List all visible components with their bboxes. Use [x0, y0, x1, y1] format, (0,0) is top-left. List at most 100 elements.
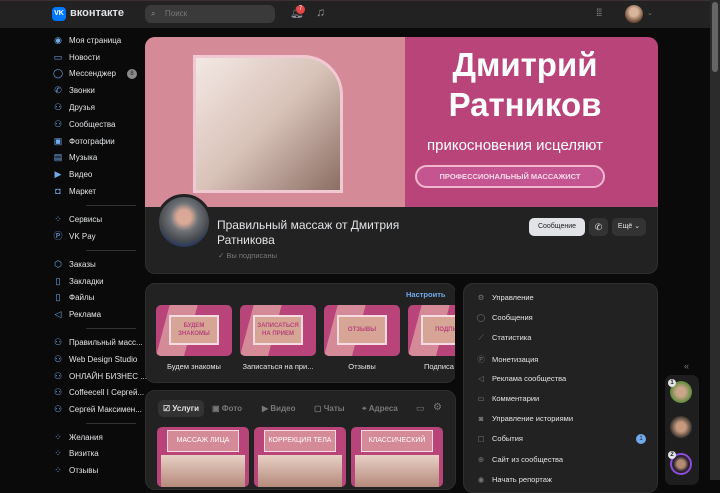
- menu-item[interactable]: Ⓟ Монетизация: [475, 354, 538, 365]
- sidebar-item-label: Мессенджер: [69, 69, 116, 78]
- calendar-icon: ▢: [477, 434, 485, 444]
- message-button[interactable]: Сообщение: [529, 218, 585, 236]
- menu-item[interactable]: ⚙ Управление: [475, 293, 534, 302]
- collapse-icon[interactable]: «: [684, 361, 689, 371]
- divider: [86, 250, 136, 251]
- widget-tile[interactable]: БУДЕМ ЗНАКОМЫ: [156, 305, 232, 356]
- menu-item[interactable]: ▭ Комментарии: [475, 394, 539, 403]
- widget-tile[interactable]: ОТЗЫВЫ: [324, 305, 400, 356]
- story-count: 1: [668, 379, 676, 387]
- services-icon: ⁘: [54, 214, 62, 224]
- subscribed-status[interactable]: ✓ Вы подписаны: [218, 251, 277, 260]
- page-title: Правильный массаж от Дмитрия Ратникова: [217, 218, 400, 247]
- menu-item[interactable]: ◁ Реклама сообщества: [475, 374, 566, 383]
- menu-item[interactable]: ⊕ Сайт из сообщества: [475, 455, 563, 464]
- service-label: МАССАЖ ЛИЦА: [167, 430, 239, 452]
- service-tile[interactable]: КОРРЕКЦИЯ ТЕЛА: [254, 427, 346, 487]
- sidebar-item[interactable]: ⚇ Сергей Максимен...: [52, 402, 142, 416]
- chart-icon: ⟋: [478, 333, 484, 343]
- service-photo: [355, 455, 439, 487]
- tab-photo-icon[interactable]: ▣ Фото: [212, 400, 242, 417]
- sidebar-item[interactable]: ◉ Моя страница: [52, 33, 121, 47]
- vk-logo[interactable]: VK: [52, 7, 66, 21]
- sidebar-item[interactable]: ✆ Звонки: [52, 83, 95, 97]
- setup-link[interactable]: Настроить: [406, 290, 446, 299]
- sidebar-item[interactable]: ▤ Музыка: [52, 150, 98, 164]
- sidebar-item[interactable]: ▶ Видео: [52, 167, 93, 181]
- sidebar-item[interactable]: ⁘ Сервисы: [52, 212, 102, 226]
- story-avatar[interactable]: [670, 416, 692, 438]
- coin-icon: Ⓟ: [477, 354, 485, 364]
- video-icon: ▶: [262, 404, 269, 413]
- call-button[interactable]: ✆: [589, 218, 608, 236]
- sidebar-item[interactable]: ◘ Маркет: [52, 184, 96, 198]
- cover-image: Дмитрий Ратников прикосновения исцеляют П…: [145, 37, 658, 210]
- globe-icon: ⊕: [477, 454, 485, 464]
- scrollbar[interactable]: [710, 0, 720, 480]
- music-icon[interactable]: ♫: [316, 5, 325, 19]
- sidebar-item[interactable]: ▯ Файлы: [52, 290, 95, 304]
- message-icon: ◯: [476, 313, 486, 323]
- check-square-icon: ☑: [163, 404, 171, 413]
- user-avatar[interactable]: [625, 5, 643, 23]
- sidebar-item[interactable]: ⁘ Желания: [52, 430, 103, 444]
- sidebar-item[interactable]: ◁ Реклама: [52, 307, 102, 321]
- sidebar-item-label: Правильный масс...: [69, 338, 143, 347]
- cover-massage-photo: [193, 55, 343, 193]
- settings-icon[interactable]: ⚙: [433, 402, 442, 413]
- sidebar-item[interactable]: ⚇ Друзья: [52, 100, 95, 114]
- menu-item[interactable]: ◙ Управление историями: [475, 414, 573, 423]
- sidebar-item[interactable]: ⁘ Визитка: [52, 446, 99, 460]
- widget-caption[interactable]: Записаться на при...: [238, 362, 318, 371]
- search-input[interactable]: ⌕ Поиск: [145, 5, 275, 23]
- sidebar-item[interactable]: ▭ Новости: [52, 50, 100, 64]
- chevron-down-icon[interactable]: ⌄: [647, 9, 653, 17]
- service-tile[interactable]: КЛАССИЧЕСКИЙ: [351, 427, 443, 487]
- sidebar-item[interactable]: ⁘ Отзывы: [52, 463, 98, 477]
- sidebar-item-label: Заказы: [69, 260, 96, 269]
- menu-item-label: Управление: [492, 293, 534, 302]
- tab-chat-icon[interactable]: ▢ Чаты: [314, 400, 345, 417]
- apps-grid-icon[interactable]: ⁞⁞⁞: [596, 8, 602, 19]
- sidebar-item[interactable]: ◯ Мессенджер: [52, 66, 116, 80]
- sidebar-item[interactable]: ⬡ Заказы: [52, 257, 96, 271]
- sidebar-item-label: Сообщества: [69, 120, 116, 129]
- brand-name[interactable]: вконтакте: [70, 7, 124, 19]
- service-label: КОРРЕКЦИЯ ТЕЛА: [264, 430, 336, 452]
- sidebar-item[interactable]: ⚇ Web Design Studio: [52, 352, 137, 366]
- widget-tile[interactable]: ЗАПИСАТЬСЯ НА ПРИЕМ: [240, 305, 316, 356]
- service-tile[interactable]: МАССАЖ ЛИЦА: [157, 427, 249, 487]
- tab-video-icon[interactable]: ▶ Видео: [262, 400, 296, 417]
- widget-caption[interactable]: Будем знакомы: [154, 362, 234, 371]
- sidebar-item-label: Друзья: [69, 103, 95, 112]
- cover-tagline: прикосновения исцеляют: [427, 137, 603, 154]
- sidebar-item-label: Web Design Studio: [69, 355, 138, 364]
- sidebar-item-label: VK Pay: [69, 232, 96, 241]
- menu-item[interactable]: ⟋ Статистика: [475, 333, 531, 343]
- sidebar-item[interactable]: ⚇ Coffeecell I Сергей...: [52, 385, 144, 399]
- sidebar-item[interactable]: ▯ Закладки: [52, 274, 104, 288]
- menu-item[interactable]: ◉ Начать репортаж: [475, 475, 552, 484]
- scrollbar-thumb[interactable]: [712, 2, 718, 72]
- events-badge: 1: [636, 434, 646, 444]
- tab-pin-icon[interactable]: ⌖ Адреса: [362, 400, 398, 417]
- divider: [86, 328, 136, 329]
- sidebar-item[interactable]: ⚇ Сообщества: [52, 117, 116, 131]
- tab-check-square-icon[interactable]: ☑ Услуги: [158, 400, 205, 417]
- widget-caption[interactable]: Отзывы: [322, 362, 402, 371]
- menu-item[interactable]: ▢ События: [475, 434, 523, 443]
- megaphone-icon: ◁: [478, 373, 484, 383]
- sidebar-item[interactable]: ▣ Фотографии: [52, 134, 115, 148]
- sidebar-item[interactable]: ⚇ ОНЛАЙН БИЗНЕС ...: [52, 369, 147, 383]
- comment-icon[interactable]: ▭: [416, 403, 425, 414]
- bookmark-icon: ▯: [55, 276, 61, 286]
- tile-label: ЗАПИСАТЬСЯ НА ПРИЕМ: [253, 315, 303, 345]
- more-button[interactable]: Ещё ⌄: [612, 218, 646, 236]
- menu-item-label: Реклама сообщества: [492, 373, 567, 383]
- service-photo: [258, 455, 342, 487]
- sidebar-item[interactable]: Ⓟ VK Pay: [52, 229, 96, 243]
- community-avatar[interactable]: [156, 194, 212, 250]
- menu-item[interactable]: ◯ Сообщения: [475, 313, 533, 322]
- tab-label: Услуги: [172, 404, 200, 413]
- sidebar-item[interactable]: ⚇ Правильный масс...: [52, 335, 143, 349]
